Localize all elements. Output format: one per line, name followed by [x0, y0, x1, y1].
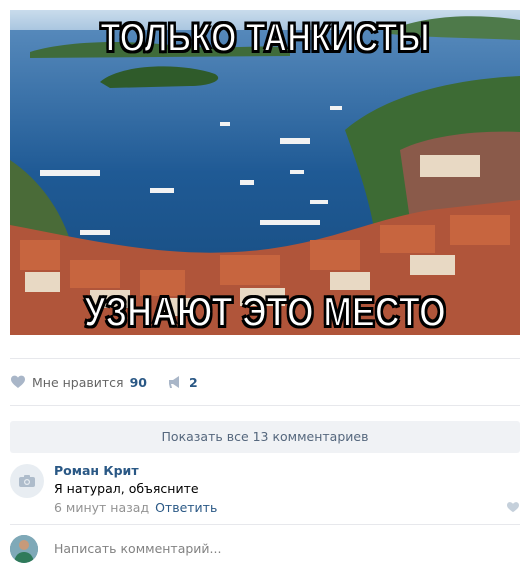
like-count: 90	[129, 374, 147, 390]
share-button[interactable]: 2	[167, 374, 198, 390]
comment-meta: 6 минут назад Ответить	[54, 500, 217, 515]
comment-input[interactable]: Написать комментарий...	[54, 541, 221, 556]
camera-icon	[19, 475, 35, 487]
megaphone-icon	[168, 376, 179, 388]
comment-author[interactable]: Роман Крит	[54, 463, 139, 478]
comment-text: Я натурал, объясните	[54, 481, 199, 496]
divider	[10, 358, 520, 359]
comment-heart-icon[interactable]	[506, 501, 520, 513]
avatar[interactable]	[10, 464, 44, 498]
divider	[10, 524, 520, 525]
heart-icon	[11, 375, 25, 388]
meme-bottom-caption: УЗНАЮТ ЭТО МЕСТО	[83, 287, 446, 335]
post-image[interactable]: ТОЛЬКО ТАНКИСТЫ УЗНАЮТ ЭТО МЕСТО	[10, 10, 520, 335]
comment-item: Роман Крит Я натурал, объясните 6 минут …	[10, 463, 520, 515]
current-user-avatar[interactable]	[10, 535, 38, 563]
divider	[10, 405, 520, 406]
comment-time[interactable]: 6 минут назад	[54, 500, 149, 515]
like-label: Мне нравится	[32, 374, 124, 390]
comment-compose: Написать комментарий...	[10, 535, 520, 563]
user-photo	[10, 535, 38, 563]
meme-top-caption: ТОЛЬКО ТАНКИСТЫ	[100, 15, 431, 61]
reply-button[interactable]: Ответить	[155, 500, 217, 515]
show-all-comments-button[interactable]: Показать все 13 комментариев	[10, 421, 520, 453]
like-button[interactable]: Мне нравится 90	[10, 374, 147, 390]
post-actions: Мне нравится 90 2	[10, 372, 198, 392]
share-count: 2	[188, 374, 198, 390]
